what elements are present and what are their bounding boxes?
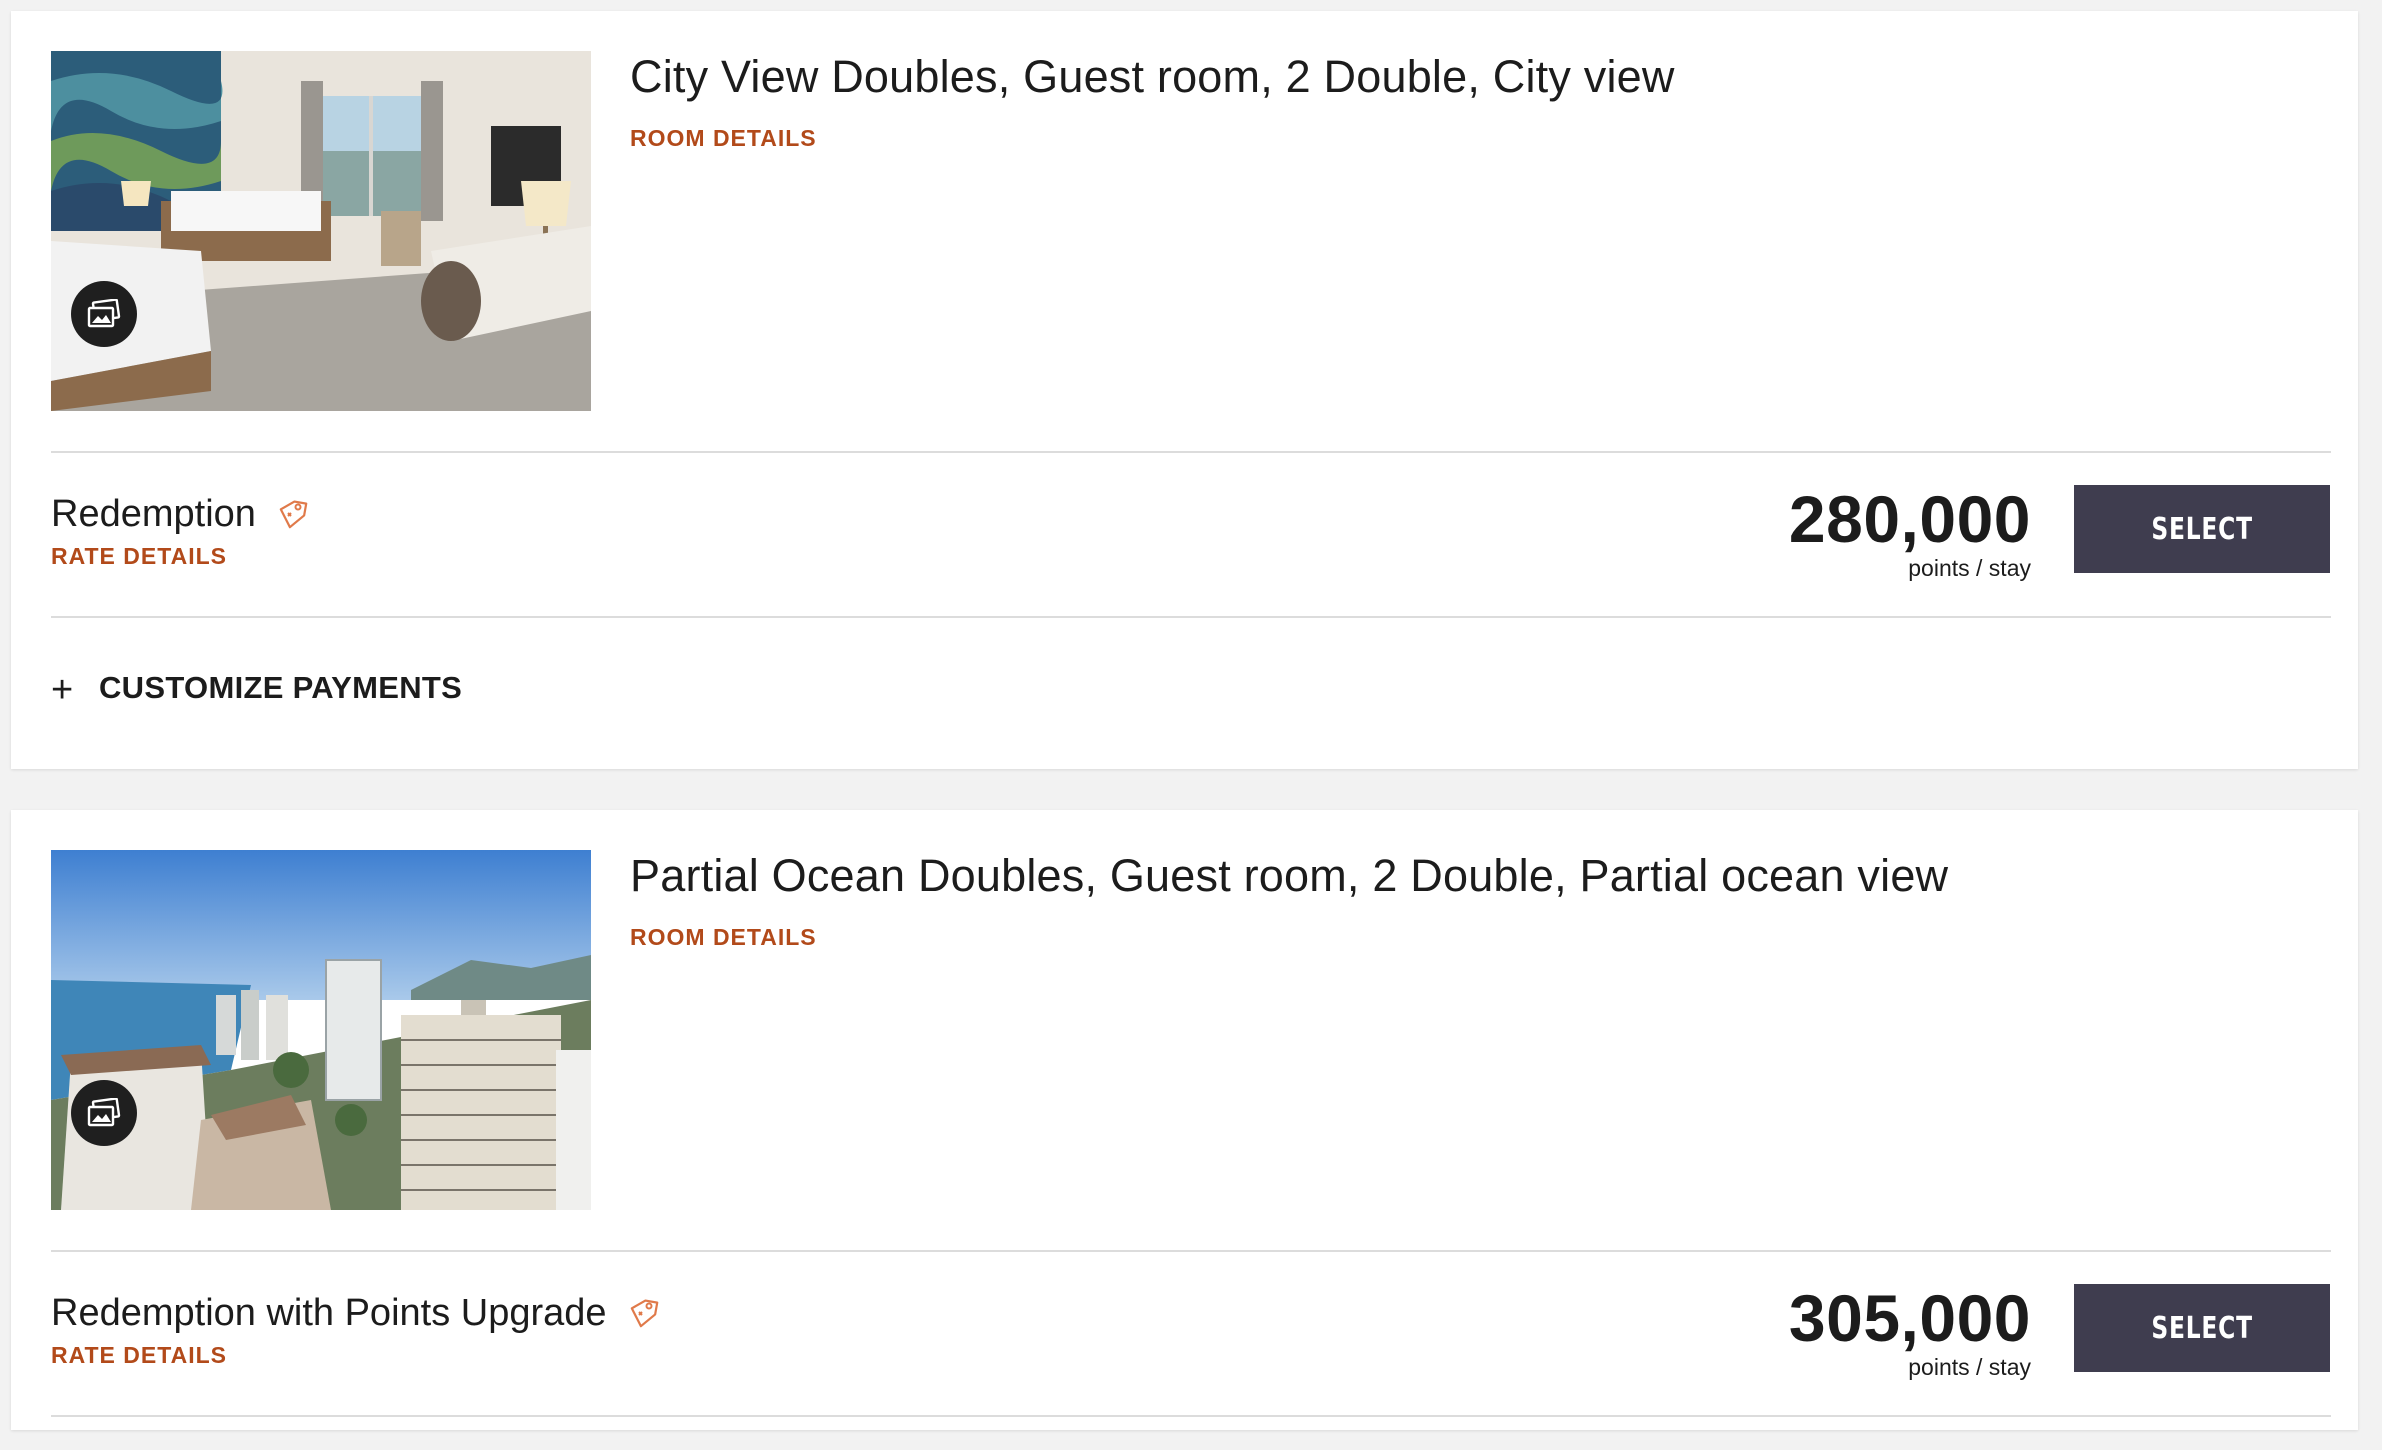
room-card-city-view: City View Doubles, Guest room, 2 Double,… — [11, 11, 2358, 769]
divider — [51, 616, 2331, 618]
room-photo-city-view[interactable] — [51, 51, 591, 411]
room-photo-image — [51, 51, 591, 411]
rate-name-label: Redemption with Points Upgrade — [51, 1291, 607, 1334]
plus-icon: + — [51, 669, 74, 711]
rate-name: Redemption — [51, 485, 308, 543]
price-unit: points / stay — [1908, 1354, 2031, 1380]
select-button[interactable]: SELECT — [2074, 485, 2330, 573]
tag-icon — [623, 1296, 659, 1342]
select-button-label: SELECT — [2151, 511, 2253, 547]
room-card-partial-ocean: Partial Ocean Doubles, Guest room, 2 Dou… — [11, 810, 2358, 1430]
tag-icon — [272, 497, 308, 543]
points-price: 305,000 — [1788, 1281, 2031, 1355]
gallery-icon-button[interactable] — [71, 281, 137, 347]
room-photo-image — [51, 850, 591, 1210]
customize-payments-label: CUSTOMIZE PAYMENTS — [99, 670, 463, 705]
rate-name-label: Redemption — [51, 492, 256, 535]
room-title: Partial Ocean Doubles, Guest room, 2 Dou… — [630, 850, 1949, 901]
room-photo-partial-ocean[interactable] — [51, 850, 591, 1210]
rate-details-link[interactable]: RATE DETAILS — [51, 543, 227, 570]
divider — [51, 1415, 2331, 1417]
divider — [51, 451, 2331, 453]
select-button-label: SELECT — [2151, 1310, 2253, 1346]
divider — [51, 1250, 2331, 1252]
room-details-link[interactable]: ROOM DETAILS — [630, 924, 817, 951]
points-price: 280,000 — [1788, 482, 2031, 556]
gallery-icon-button[interactable] — [71, 1080, 137, 1146]
gallery-icon — [87, 1098, 121, 1127]
select-button[interactable]: SELECT — [2074, 1284, 2330, 1372]
rate-details-link[interactable]: RATE DETAILS — [51, 1342, 227, 1369]
gallery-icon — [87, 299, 121, 328]
rate-name: Redemption with Points Upgrade — [51, 1284, 659, 1342]
customize-payments-toggle[interactable]: + CUSTOMIZE PAYMENTS — [51, 667, 462, 709]
room-title: City View Doubles, Guest room, 2 Double,… — [630, 51, 1675, 102]
price-unit: points / stay — [1908, 555, 2031, 581]
room-details-link[interactable]: ROOM DETAILS — [630, 125, 817, 152]
